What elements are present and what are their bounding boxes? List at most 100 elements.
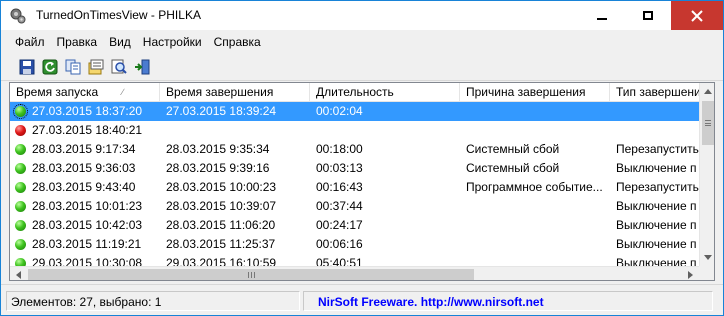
cell-end-time: 27.03.2015 18:39:24 <box>166 104 277 118</box>
cell-duration: 00:24:17 <box>316 218 363 232</box>
status-red-icon <box>15 125 26 136</box>
cell-shutdown-reason <box>466 102 610 121</box>
horizontal-scroll-thumb[interactable] <box>28 269 474 280</box>
menu-file[interactable]: Файл <box>9 32 51 52</box>
cell-duration: 00:16:43 <box>316 180 363 194</box>
find-button[interactable] <box>107 56 130 78</box>
exit-button[interactable] <box>130 56 153 78</box>
cell-shutdown-type: Выключение п <box>616 237 697 251</box>
table-row[interactable]: 28.03.2015 10:42:03 28.03.2015 11:06:20 00… <box>10 216 700 235</box>
cell-end-time <box>166 121 310 140</box>
cell-end-time: 28.03.2015 9:39:16 <box>166 161 270 175</box>
vertical-scroll-thumb[interactable] <box>702 101 714 145</box>
cell-shutdown-reason: Системный сбой <box>466 142 560 156</box>
sort-indicator-icon: ∕ <box>122 87 124 97</box>
table-row[interactable]: 28.03.2015 9:36:03 28.03.2015 9:39:16 00:0… <box>10 159 700 178</box>
refresh-button[interactable] <box>38 56 61 78</box>
list-header: Время запуска ∕ Время завершения Длитель… <box>10 83 700 102</box>
chevron-up-icon <box>704 89 712 94</box>
events-list[interactable]: Время запуска ∕ Время завершения Длитель… <box>9 82 715 281</box>
cell-duration: 00:06:16 <box>316 237 363 251</box>
toolbar <box>1 53 723 81</box>
maximize-icon <box>643 11 653 20</box>
close-button[interactable] <box>671 1 723 30</box>
horizontal-scrollbar[interactable] <box>10 266 699 280</box>
maximize-button[interactable] <box>625 1 671 30</box>
cell-shutdown-reason <box>466 197 610 216</box>
column-header-end-time[interactable]: Время завершения <box>160 83 310 101</box>
app-icon <box>10 8 26 24</box>
table-row[interactable]: 28.03.2015 9:17:34 28.03.2015 9:35:34 00:1… <box>10 140 700 159</box>
menu-edit[interactable]: Правка <box>51 32 104 52</box>
status-green-icon <box>15 182 26 193</box>
cell-duration: 00:18:00 <box>316 142 363 156</box>
chevron-down-icon <box>704 255 712 260</box>
cell-shutdown-type: Выключение п <box>616 161 697 175</box>
properties-button[interactable] <box>84 56 107 78</box>
table-row[interactable]: 27.03.2015 18:37:20 27.03.2015 18:39:24 00… <box>10 102 700 121</box>
close-icon <box>691 9 703 22</box>
scroll-left-button[interactable] <box>10 267 27 280</box>
column-header-label: Тип завершения <box>616 85 700 99</box>
column-header-label: Причина завершения <box>466 85 586 99</box>
status-green-icon <box>13 104 28 119</box>
cell-shutdown-reason: Системный сбой <box>466 161 560 175</box>
cell-start-time: 27.03.2015 18:37:20 <box>32 104 143 118</box>
cell-end-time: 28.03.2015 9:35:34 <box>166 142 270 156</box>
copy-icon <box>65 59 80 74</box>
cell-duration: 00:37:44 <box>316 199 363 213</box>
cell-duration: 00:02:04 <box>316 104 363 118</box>
grip-icon <box>247 271 255 278</box>
column-header-start-time[interactable]: Время запуска ∕ <box>10 83 160 101</box>
column-header-shutdown-reason[interactable]: Причина завершения <box>460 83 610 101</box>
refresh-icon <box>42 59 57 74</box>
cell-start-time: 28.03.2015 11:19:21 <box>32 237 142 251</box>
save-button[interactable] <box>15 56 38 78</box>
column-header-label: Длительность <box>316 85 394 99</box>
column-header-duration[interactable]: Длительность <box>310 83 460 101</box>
column-header-label: Время завершения <box>166 85 274 99</box>
table-row[interactable]: 28.03.2015 10:01:23 28.03.2015 10:39:07 00… <box>10 197 700 216</box>
cell-end-time: 28.03.2015 10:00:23 <box>166 180 277 194</box>
scroll-up-button[interactable] <box>700 83 714 100</box>
cell-start-time: 28.03.2015 10:42:03 <box>32 218 143 232</box>
grip-icon <box>705 120 711 126</box>
cell-shutdown-reason <box>466 235 610 254</box>
table-row[interactable]: 27.03.2015 18:40:21 <box>10 121 700 140</box>
status-green-icon <box>15 220 26 231</box>
status-green-icon <box>15 144 26 155</box>
menu-options[interactable]: Настройки <box>137 32 208 52</box>
cell-shutdown-type: Перезапустить <box>616 180 699 194</box>
cell-end-time: 28.03.2015 11:25:37 <box>166 237 276 251</box>
minimize-button[interactable] <box>579 1 625 30</box>
status-green-icon <box>15 163 26 174</box>
table-row[interactable]: 28.03.2015 11:19:21 28.03.2015 11:25:37 00… <box>10 235 700 254</box>
status-bar: Элементов: 27, выбрано: 1 NirSoft Freewa… <box>1 284 723 315</box>
cell-end-time: 28.03.2015 10:39:07 <box>166 199 277 213</box>
cell-shutdown-type <box>616 102 700 121</box>
minimize-icon <box>597 17 607 20</box>
cell-shutdown-type <box>616 121 700 140</box>
nirsoft-link[interactable]: NirSoft Freeware. http://www.nirsoft.net <box>303 291 713 311</box>
menu-bar: Файл Правка Вид Настройки Справка <box>1 31 723 53</box>
title-bar[interactable]: TurnedOnTimesView - PHILKA <box>1 1 723 30</box>
cell-start-time: 28.03.2015 10:01:23 <box>32 199 143 213</box>
menu-view[interactable]: Вид <box>103 32 137 52</box>
window-title: TurnedOnTimesView - PHILKA <box>36 8 201 22</box>
menu-help[interactable]: Справка <box>208 32 267 52</box>
table-row[interactable]: 28.03.2015 9:43:40 28.03.2015 10:00:23 00:… <box>10 178 700 197</box>
column-header-label: Время запуска <box>16 85 99 99</box>
chevron-right-icon <box>688 271 693 279</box>
vertical-scrollbar[interactable] <box>699 83 714 266</box>
status-green-icon <box>15 201 26 212</box>
app-window: TurnedOnTimesView - PHILKA Файл Правка В… <box>0 0 724 316</box>
cell-shutdown-reason <box>466 216 610 235</box>
column-header-shutdown-type[interactable]: Тип завершения <box>610 83 700 101</box>
cell-end-time: 28.03.2015 11:06:20 <box>166 218 276 232</box>
exit-icon <box>134 59 149 74</box>
scrollbar-corner <box>699 266 714 280</box>
cell-shutdown-type: Перезапустить <box>616 142 699 156</box>
copy-button[interactable] <box>61 56 84 78</box>
scroll-down-button[interactable] <box>700 249 714 266</box>
scroll-right-button[interactable] <box>682 267 699 280</box>
